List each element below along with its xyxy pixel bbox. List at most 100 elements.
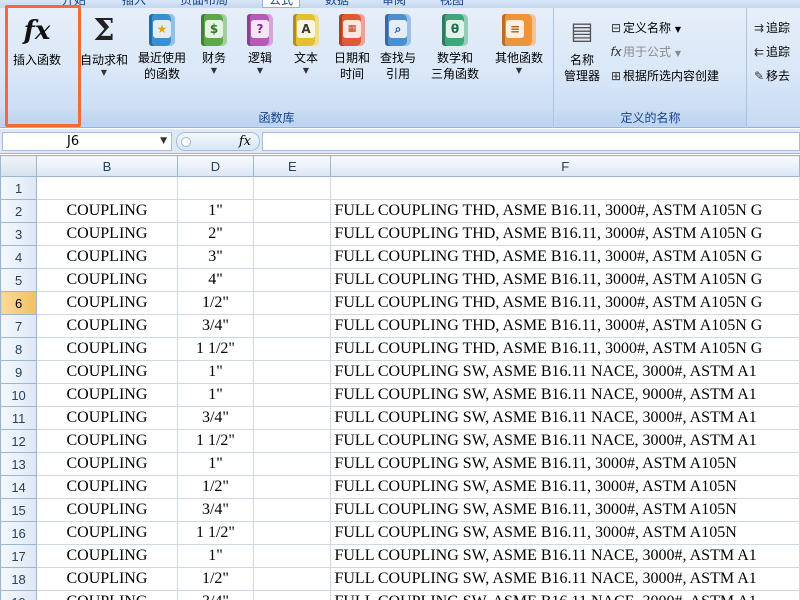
row-header[interactable]: 13 [0,452,38,476]
cell-col-e[interactable] [253,291,332,315]
cell-col-f[interactable]: FULL COUPLING SW, ASME B16.11 NACE, 3000… [330,567,800,591]
row-header[interactable]: 9 [0,360,38,384]
lookup-reference-button[interactable]: ⌕ 查找与 引用 [376,14,420,82]
formula-input[interactable] [262,132,800,151]
cell-col-f[interactable]: FULL COUPLING THD, ASME B16.11, 3000#, A… [330,245,800,269]
cell-col-e[interactable] [253,176,332,200]
tab-view[interactable]: 视图 [440,0,464,8]
cell-col-e[interactable] [253,245,332,269]
column-header-f[interactable]: F [330,155,800,177]
cell-col-d[interactable]: 1/2" [176,291,255,315]
cell-col-f[interactable]: FULL COUPLING THD, ASME B16.11, 3000#, A… [330,291,800,315]
cell-col-e[interactable] [253,590,332,600]
row-header[interactable]: 16 [0,521,38,545]
cell-col-b[interactable] [36,176,178,200]
cell-col-b[interactable]: COUPLING [36,452,178,476]
row-header[interactable]: 17 [0,544,38,568]
cell-col-d[interactable]: 3" [176,245,255,269]
cell-col-b[interactable]: COUPLING [36,383,178,407]
cell-col-b[interactable]: COUPLING [36,590,178,600]
autosum-button[interactable]: Σ 自动求和 ▼ [76,14,132,78]
cell-col-b[interactable]: COUPLING [36,544,178,568]
column-header-b[interactable]: B [36,155,178,177]
cell-col-b[interactable]: COUPLING [36,475,178,499]
tab-formulas[interactable]: 公式 [262,0,301,8]
insert-function-fx-icon[interactable]: fx [239,133,251,150]
row-header[interactable]: 15 [0,498,38,522]
cell-col-b[interactable]: COUPLING [36,429,178,453]
cell-col-d[interactable]: 1 1/2" [176,521,255,545]
cell-col-f[interactable]: FULL COUPLING SW, ASME B16.11 NACE, 3000… [330,544,800,568]
trace-dependents-button[interactable]: ⇇ 追踪 [752,44,790,60]
cell-col-e[interactable] [253,222,332,246]
row-header[interactable]: 1 [0,176,38,200]
cell-col-d[interactable]: 1/2" [176,567,255,591]
cell-col-b[interactable]: COUPLING [36,337,178,361]
cell-col-e[interactable] [253,199,332,223]
row-header[interactable]: 7 [0,314,38,338]
cell-col-f[interactable]: FULL COUPLING THD, ASME B16.11, 3000#, A… [330,314,800,338]
cell-col-d[interactable] [176,176,255,200]
column-header-d[interactable]: D [176,155,255,177]
cell-col-d[interactable]: 1 1/2" [176,429,255,453]
tab-review[interactable]: 审阅 [382,0,406,8]
cell-col-b[interactable]: COUPLING [36,360,178,384]
cell-col-d[interactable]: 1/2" [176,475,255,499]
row-header[interactable]: 10 [0,383,38,407]
cell-col-f[interactable]: FULL COUPLING SW, ASME B16.11 NACE, 3000… [330,360,800,384]
row-header[interactable]: 6 [0,291,38,315]
cell-col-e[interactable] [253,429,332,453]
row-header[interactable]: 14 [0,475,38,499]
row-header[interactable]: 5 [0,268,38,292]
name-manager-button[interactable]: ▤ 名称 管理器 [559,14,605,84]
cell-col-f[interactable] [330,176,800,200]
cell-col-b[interactable]: COUPLING [36,498,178,522]
date-time-button[interactable]: ▦ 日期和 时间 [330,14,374,82]
recent-functions-button[interactable]: ★ 最近使用 的函数 [134,14,190,82]
cell-col-d[interactable]: 3/4" [176,498,255,522]
cell-col-d[interactable]: 3/4" [176,406,255,430]
cell-col-e[interactable] [253,383,332,407]
financial-button[interactable]: $ 财务 ▼ [194,14,234,76]
trace-precedents-button[interactable]: ⇉ 追踪 [752,20,790,36]
cell-col-f[interactable]: FULL COUPLING THD, ASME B16.11, 3000#, A… [330,222,800,246]
column-header-e[interactable]: E [253,155,332,177]
cell-col-b[interactable]: COUPLING [36,291,178,315]
cell-col-b[interactable]: COUPLING [36,406,178,430]
create-from-selection-button[interactable]: ⊞ 根据所选内容创建 [609,68,719,84]
cell-col-b[interactable]: COUPLING [36,222,178,246]
row-header[interactable]: 3 [0,222,38,246]
cell-col-d[interactable]: 4" [176,268,255,292]
cell-col-e[interactable] [253,360,332,384]
logical-button[interactable]: ? 逻辑 ▼ [240,14,280,76]
cell-col-d[interactable]: 2" [176,222,255,246]
chevron-down-icon[interactable]: ▼ [160,133,167,150]
cell-col-f[interactable]: FULL COUPLING SW, ASME B16.11, 3000#, AS… [330,475,800,499]
remove-arrows-button[interactable]: ✎ 移去 [752,68,790,84]
name-box[interactable]: J6 ▼ [2,132,172,151]
cell-col-e[interactable] [253,337,332,361]
cell-col-f[interactable]: FULL COUPLING THD, ASME B16.11, 3000#, A… [330,199,800,223]
cell-col-f[interactable]: FULL COUPLING THD, ASME B16.11, 3000#, A… [330,268,800,292]
tab-page-layout[interactable]: 页面布局 [180,0,228,8]
cell-col-e[interactable] [253,567,332,591]
use-in-formula-button[interactable]: fx用于公式 ▼ [609,44,681,62]
cell-col-f[interactable]: FULL COUPLING SW, ASME B16.11, 3000#, AS… [330,521,800,545]
cell-col-d[interactable]: 3/4" [176,590,255,600]
cell-col-d[interactable]: 1" [176,199,255,223]
cell-col-b[interactable]: COUPLING [36,199,178,223]
row-header[interactable]: 4 [0,245,38,269]
row-header[interactable]: 18 [0,567,38,591]
cell-col-f[interactable]: FULL COUPLING THD, ASME B16.11, 3000#, A… [330,337,800,361]
define-name-button[interactable]: ⊟ 定义名称 ▼ [609,20,681,38]
cell-col-e[interactable] [253,544,332,568]
cell-col-f[interactable]: FULL COUPLING SW, ASME B16.11, 3000#, AS… [330,452,800,476]
row-header[interactable]: 11 [0,406,38,430]
expand-handle-icon[interactable] [181,137,191,147]
cell-col-d[interactable]: 1 1/2" [176,337,255,361]
cell-col-d[interactable]: 3/4" [176,314,255,338]
math-trig-button[interactable]: θ 数学和 三角函数 [424,14,486,82]
row-header[interactable]: 8 [0,337,38,361]
cell-col-e[interactable] [253,314,332,338]
cell-col-f[interactable]: FULL COUPLING SW, ASME B16.11 NACE, 3000… [330,406,800,430]
